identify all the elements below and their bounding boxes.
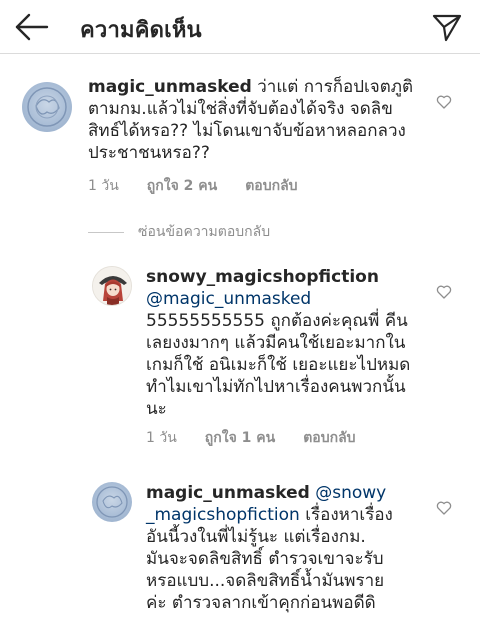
heart-icon[interactable] (436, 500, 452, 516)
mention-link[interactable]: @magic_unmasked (146, 289, 311, 309)
comments-header: ความคิดเห็น (0, 0, 480, 54)
paper-plane-icon[interactable] (432, 12, 462, 42)
comment-likes[interactable]: ถูกใจ 1 คน (205, 428, 275, 448)
avatar[interactable] (22, 82, 72, 132)
avatar-seal-icon (27, 87, 67, 127)
reply-button[interactable]: ตอบกลับ (303, 428, 355, 448)
arrow-left-icon[interactable] (14, 12, 50, 42)
reply-body: snowy_magicshopfiction @magic_unmasked 5… (146, 266, 426, 420)
reply-button[interactable]: ตอบกลับ (245, 176, 297, 196)
comment-time: 1 วัน (146, 430, 177, 446)
heart-icon[interactable] (436, 94, 452, 110)
avatar-girl-icon (93, 267, 131, 305)
comment-time: 1 วัน (88, 178, 119, 194)
avatar[interactable] (92, 266, 132, 306)
comment-username[interactable]: magic_unmasked (146, 483, 310, 503)
comment-username[interactable]: snowy_magicshopfiction (146, 267, 379, 287)
comment-likes[interactable]: ถูกใจ 2 คน (147, 176, 217, 196)
comment-body: magic_unmasked ว่าแต่ การก็อปเจตภูติตามก… (88, 76, 420, 164)
comment-meta: 1 วัน ถูกใจ 2 คน ตอบกลับ (88, 176, 326, 196)
avatar-seal-icon (96, 486, 128, 518)
avatar[interactable] (92, 482, 132, 522)
comment-meta: 1 วัน ถูกใจ 1 คน ตอบกลับ (146, 428, 384, 448)
divider-line (88, 231, 124, 233)
reply-body: magic_unmasked @snowy _magicshopfiction … (146, 482, 394, 614)
hide-replies-button[interactable]: ซ่อนข้อความตอบกลับ (88, 222, 270, 242)
comment-text: 55555555555 ถูกต้องค่ะคุณพี่ คีนเลยงงมาก… (146, 311, 416, 419)
comment-username[interactable]: magic_unmasked (88, 77, 252, 97)
heart-icon[interactable] (436, 284, 452, 300)
page-title: ความคิดเห็น (80, 18, 202, 43)
hide-replies-label: ซ่อนข้อความตอบกลับ (138, 224, 271, 240)
